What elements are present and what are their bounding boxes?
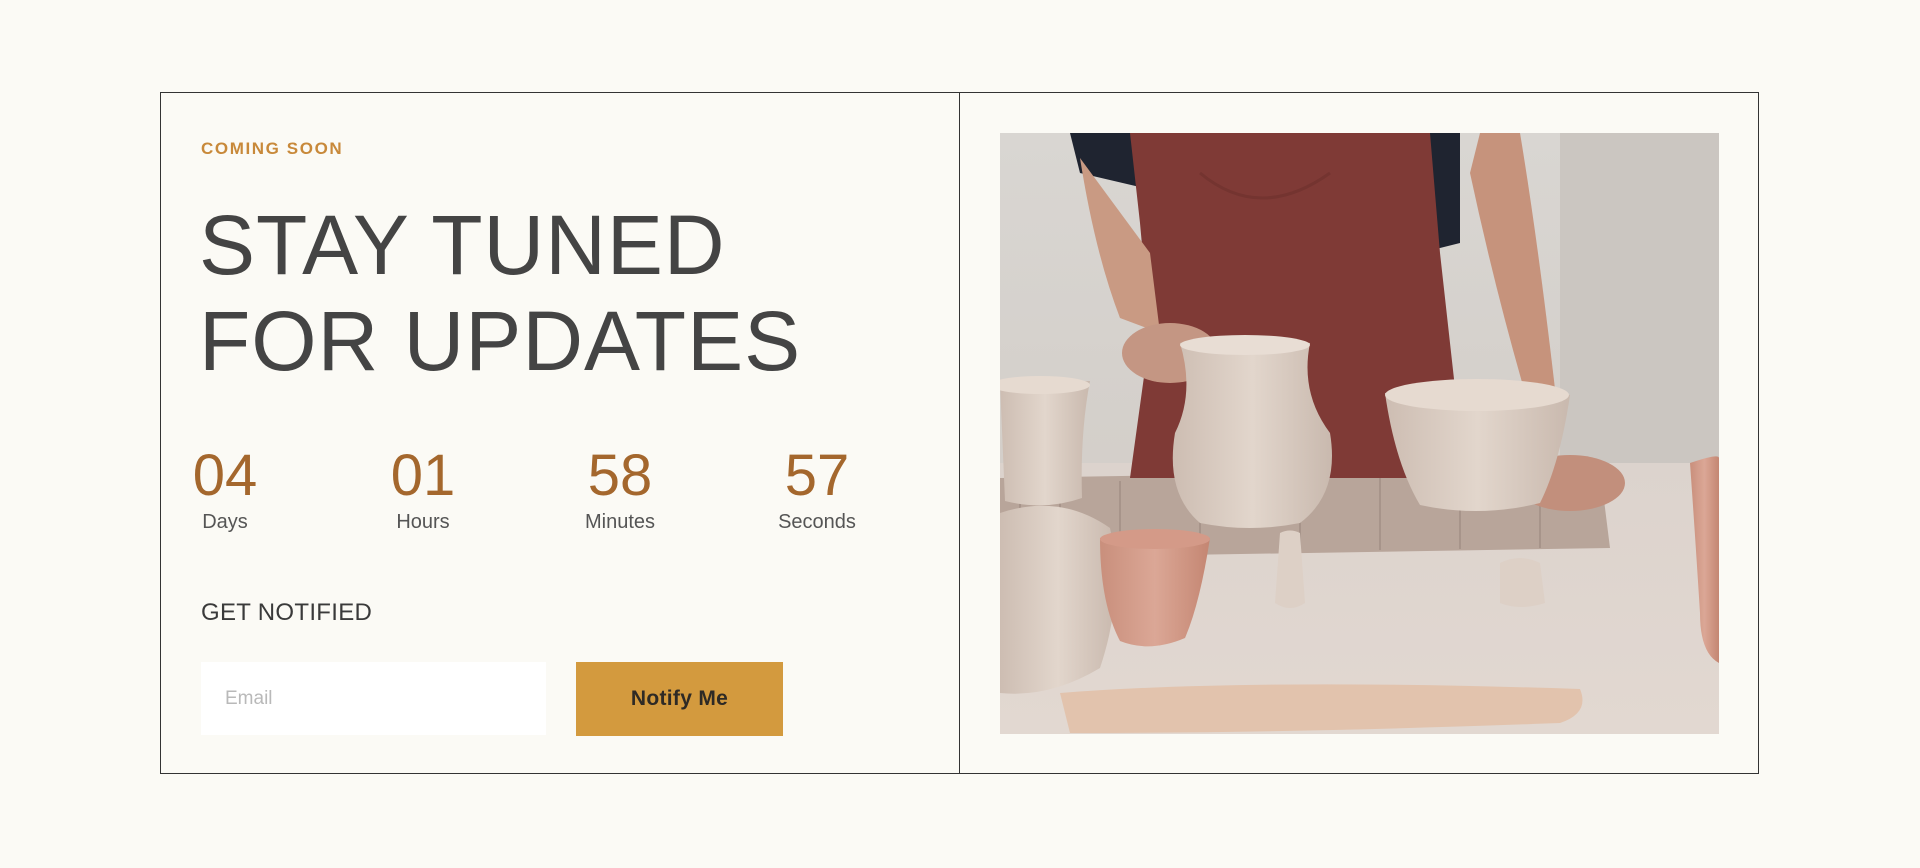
countdown-timer: 04 Days 01 Hours 58 Minutes 57 Seconds — [161, 443, 960, 543]
email-field[interactable] — [201, 662, 546, 735]
countdown-minutes-value: 58 — [587, 443, 653, 508]
get-notified-heading: GET NOTIFIED — [201, 599, 373, 626]
countdown-days-label: Days — [202, 511, 248, 533]
image-panel — [960, 93, 1758, 773]
countdown-minutes: 58 Minutes — [540, 443, 700, 535]
notify-me-button[interactable]: Notify Me — [576, 662, 783, 736]
coming-soon-card: COMING SOON STAY TUNED FOR UPDATES 04 Da… — [160, 92, 1759, 774]
countdown-days: 04 Days — [145, 443, 305, 535]
countdown-seconds-label: Seconds — [778, 511, 856, 533]
pottery-photo — [1000, 133, 1719, 734]
countdown-hours-label: Hours — [396, 511, 450, 533]
pottery-illustration — [1000, 133, 1719, 734]
content-panel: COMING SOON STAY TUNED FOR UPDATES 04 Da… — [161, 93, 960, 773]
countdown-hours-value: 01 — [390, 443, 456, 508]
countdown-days-value: 04 — [192, 443, 258, 508]
countdown-minutes-label: Minutes — [584, 511, 656, 533]
countdown-seconds-value: 57 — [784, 443, 850, 508]
page-title: STAY TUNED FOR UPDATES — [199, 197, 801, 389]
countdown-hours: 01 Hours — [343, 443, 503, 535]
countdown-seconds: 57 Seconds — [737, 443, 897, 535]
page-title-line-2: FOR UPDATES — [199, 294, 802, 388]
page-title-line-1: STAY TUNED — [199, 198, 726, 292]
coming-soon-label: COMING SOON — [201, 139, 344, 158]
